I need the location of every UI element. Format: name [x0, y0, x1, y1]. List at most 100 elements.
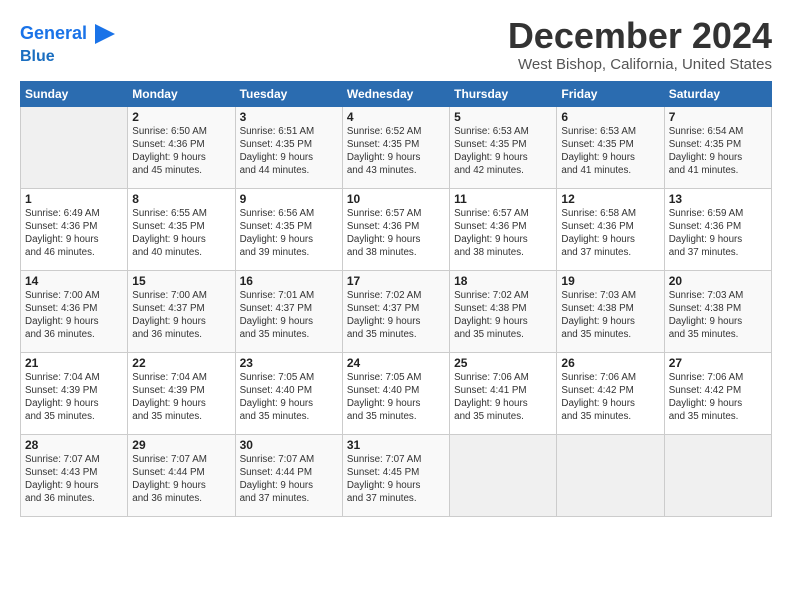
- day-number: 13: [669, 192, 767, 206]
- day-info: Sunrise: 6:49 AMSunset: 4:36 PMDaylight:…: [25, 207, 123, 260]
- table-row: 27Sunrise: 7:06 AMSunset: 4:42 PMDayligh…: [664, 352, 771, 434]
- day-number: 9: [240, 192, 338, 206]
- day-info: Sunrise: 6:57 AMSunset: 4:36 PMDaylight:…: [454, 207, 552, 260]
- logo-icon: [91, 20, 119, 48]
- table-row: 26Sunrise: 7:06 AMSunset: 4:42 PMDayligh…: [557, 352, 664, 434]
- table-row: 2Sunrise: 6:50 AMSunset: 4:36 PMDaylight…: [128, 106, 235, 188]
- day-info: Sunrise: 7:05 AMSunset: 4:40 PMDaylight:…: [240, 371, 338, 424]
- table-row: 30Sunrise: 7:07 AMSunset: 4:44 PMDayligh…: [235, 434, 342, 516]
- table-row: 18Sunrise: 7:02 AMSunset: 4:38 PMDayligh…: [450, 270, 557, 352]
- table-row: 15Sunrise: 7:00 AMSunset: 4:37 PMDayligh…: [128, 270, 235, 352]
- day-number: 7: [669, 110, 767, 124]
- day-info: Sunrise: 7:07 AMSunset: 4:44 PMDaylight:…: [240, 453, 338, 506]
- day-info: Sunrise: 6:55 AMSunset: 4:35 PMDaylight:…: [132, 207, 230, 260]
- table-row: [664, 434, 771, 516]
- calendar-week-row: 14Sunrise: 7:00 AMSunset: 4:36 PMDayligh…: [21, 270, 772, 352]
- table-row: 13Sunrise: 6:59 AMSunset: 4:36 PMDayligh…: [664, 188, 771, 270]
- day-info: Sunrise: 7:07 AMSunset: 4:45 PMDaylight:…: [347, 453, 445, 506]
- table-row: [450, 434, 557, 516]
- table-row: 16Sunrise: 7:01 AMSunset: 4:37 PMDayligh…: [235, 270, 342, 352]
- day-number: 1: [25, 192, 123, 206]
- day-number: 2: [132, 110, 230, 124]
- day-info: Sunrise: 7:05 AMSunset: 4:40 PMDaylight:…: [347, 371, 445, 424]
- day-number: 23: [240, 356, 338, 370]
- table-row: 20Sunrise: 7:03 AMSunset: 4:38 PMDayligh…: [664, 270, 771, 352]
- table-row: 9Sunrise: 6:56 AMSunset: 4:35 PMDaylight…: [235, 188, 342, 270]
- day-number: 10: [347, 192, 445, 206]
- calendar-week-row: 21Sunrise: 7:04 AMSunset: 4:39 PMDayligh…: [21, 352, 772, 434]
- day-number: 29: [132, 438, 230, 452]
- col-tuesday: Tuesday: [235, 81, 342, 106]
- day-info: Sunrise: 7:06 AMSunset: 4:41 PMDaylight:…: [454, 371, 552, 424]
- table-row: 24Sunrise: 7:05 AMSunset: 4:40 PMDayligh…: [342, 352, 449, 434]
- day-info: Sunrise: 6:54 AMSunset: 4:35 PMDaylight:…: [669, 125, 767, 178]
- table-row: [21, 106, 128, 188]
- day-number: 15: [132, 274, 230, 288]
- col-thursday: Thursday: [450, 81, 557, 106]
- day-number: 8: [132, 192, 230, 206]
- day-info: Sunrise: 6:56 AMSunset: 4:35 PMDaylight:…: [240, 207, 338, 260]
- day-number: 3: [240, 110, 338, 124]
- logo-subtext: Blue: [20, 48, 55, 65]
- day-number: 21: [25, 356, 123, 370]
- day-info: Sunrise: 6:58 AMSunset: 4:36 PMDaylight:…: [561, 207, 659, 260]
- day-number: 19: [561, 274, 659, 288]
- calendar-header-row: Sunday Monday Tuesday Wednesday Thursday…: [21, 81, 772, 106]
- day-info: Sunrise: 7:00 AMSunset: 4:37 PMDaylight:…: [132, 289, 230, 342]
- table-row: 29Sunrise: 7:07 AMSunset: 4:44 PMDayligh…: [128, 434, 235, 516]
- title-block: December 2024 West Bishop, California, U…: [508, 16, 772, 73]
- day-number: 24: [347, 356, 445, 370]
- day-info: Sunrise: 7:00 AMSunset: 4:36 PMDaylight:…: [25, 289, 123, 342]
- table-row: 14Sunrise: 7:00 AMSunset: 4:36 PMDayligh…: [21, 270, 128, 352]
- day-number: 28: [25, 438, 123, 452]
- day-number: 30: [240, 438, 338, 452]
- day-number: 27: [669, 356, 767, 370]
- day-info: Sunrise: 6:53 AMSunset: 4:35 PMDaylight:…: [561, 125, 659, 178]
- day-number: 17: [347, 274, 445, 288]
- day-number: 5: [454, 110, 552, 124]
- table-row: 4Sunrise: 6:52 AMSunset: 4:35 PMDaylight…: [342, 106, 449, 188]
- table-row: 28Sunrise: 7:07 AMSunset: 4:43 PMDayligh…: [21, 434, 128, 516]
- calendar-week-row: 1Sunrise: 6:49 AMSunset: 4:36 PMDaylight…: [21, 188, 772, 270]
- table-row: 21Sunrise: 7:04 AMSunset: 4:39 PMDayligh…: [21, 352, 128, 434]
- table-row: 8Sunrise: 6:55 AMSunset: 4:35 PMDaylight…: [128, 188, 235, 270]
- table-row: 1Sunrise: 6:49 AMSunset: 4:36 PMDaylight…: [21, 188, 128, 270]
- calendar-table: Sunday Monday Tuesday Wednesday Thursday…: [20, 81, 772, 517]
- day-number: 4: [347, 110, 445, 124]
- day-number: 11: [454, 192, 552, 206]
- table-row: 23Sunrise: 7:05 AMSunset: 4:40 PMDayligh…: [235, 352, 342, 434]
- day-info: Sunrise: 7:04 AMSunset: 4:39 PMDaylight:…: [25, 371, 123, 424]
- day-info: Sunrise: 7:07 AMSunset: 4:43 PMDaylight:…: [25, 453, 123, 506]
- day-info: Sunrise: 6:53 AMSunset: 4:35 PMDaylight:…: [454, 125, 552, 178]
- calendar-week-row: 28Sunrise: 7:07 AMSunset: 4:43 PMDayligh…: [21, 434, 772, 516]
- day-info: Sunrise: 7:03 AMSunset: 4:38 PMDaylight:…: [561, 289, 659, 342]
- table-row: 11Sunrise: 6:57 AMSunset: 4:36 PMDayligh…: [450, 188, 557, 270]
- day-info: Sunrise: 7:06 AMSunset: 4:42 PMDaylight:…: [561, 371, 659, 424]
- day-number: 20: [669, 274, 767, 288]
- day-number: 26: [561, 356, 659, 370]
- table-row: 12Sunrise: 6:58 AMSunset: 4:36 PMDayligh…: [557, 188, 664, 270]
- table-row: 10Sunrise: 6:57 AMSunset: 4:36 PMDayligh…: [342, 188, 449, 270]
- table-row: 25Sunrise: 7:06 AMSunset: 4:41 PMDayligh…: [450, 352, 557, 434]
- day-info: Sunrise: 7:07 AMSunset: 4:44 PMDaylight:…: [132, 453, 230, 506]
- location-subtitle: West Bishop, California, United States: [508, 56, 772, 73]
- table-row: 17Sunrise: 7:02 AMSunset: 4:37 PMDayligh…: [342, 270, 449, 352]
- month-title: December 2024: [508, 16, 772, 56]
- day-info: Sunrise: 6:59 AMSunset: 4:36 PMDaylight:…: [669, 207, 767, 260]
- day-number: 12: [561, 192, 659, 206]
- day-info: Sunrise: 6:51 AMSunset: 4:35 PMDaylight:…: [240, 125, 338, 178]
- day-info: Sunrise: 6:52 AMSunset: 4:35 PMDaylight:…: [347, 125, 445, 178]
- table-row: 7Sunrise: 6:54 AMSunset: 4:35 PMDaylight…: [664, 106, 771, 188]
- table-row: 5Sunrise: 6:53 AMSunset: 4:35 PMDaylight…: [450, 106, 557, 188]
- day-number: 18: [454, 274, 552, 288]
- day-info: Sunrise: 7:04 AMSunset: 4:39 PMDaylight:…: [132, 371, 230, 424]
- day-number: 22: [132, 356, 230, 370]
- day-number: 14: [25, 274, 123, 288]
- day-info: Sunrise: 7:03 AMSunset: 4:38 PMDaylight:…: [669, 289, 767, 342]
- table-row: 3Sunrise: 6:51 AMSunset: 4:35 PMDaylight…: [235, 106, 342, 188]
- table-row: 6Sunrise: 6:53 AMSunset: 4:35 PMDaylight…: [557, 106, 664, 188]
- header: General Blue December 2024 West Bishop, …: [20, 16, 772, 73]
- logo: General Blue: [20, 20, 119, 66]
- logo-text: General: [20, 24, 87, 44]
- day-number: 6: [561, 110, 659, 124]
